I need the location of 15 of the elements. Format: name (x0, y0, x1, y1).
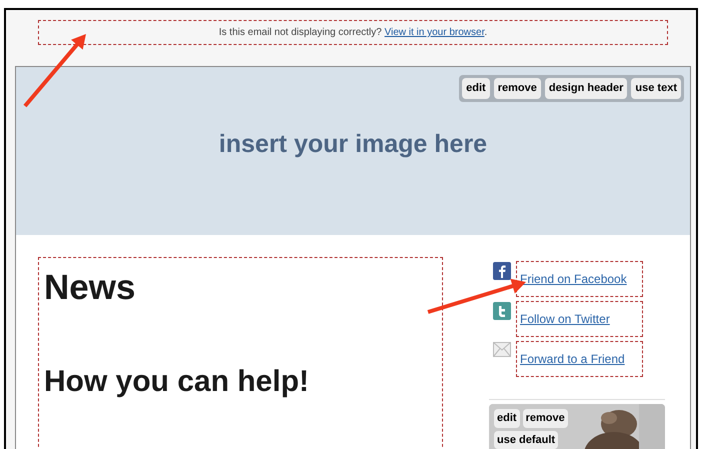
image-button[interactable]: remove (522, 409, 568, 428)
content-heading: News (44, 267, 136, 309)
content-heading: How you can help! (44, 364, 310, 400)
bird-icon (493, 302, 511, 320)
toolbar-button[interactable]: design header (544, 78, 628, 98)
preheader-text: Is this email not displaying correctly? View it in your browser. (218, 26, 488, 40)
toolbar-button[interactable]: use text (631, 78, 681, 98)
toolbar-button[interactable]: edit (462, 78, 490, 98)
image-button[interactable]: edit (494, 409, 520, 428)
image-placeholder-text: insert your image here (218, 128, 488, 160)
browser-link[interactable]: View it in your browser (384, 27, 484, 38)
facebook-icon (493, 262, 511, 280)
toolbar-button[interactable]: remove (494, 78, 541, 98)
envelope-icon (493, 342, 511, 357)
image-button[interactable]: use default (494, 430, 558, 449)
